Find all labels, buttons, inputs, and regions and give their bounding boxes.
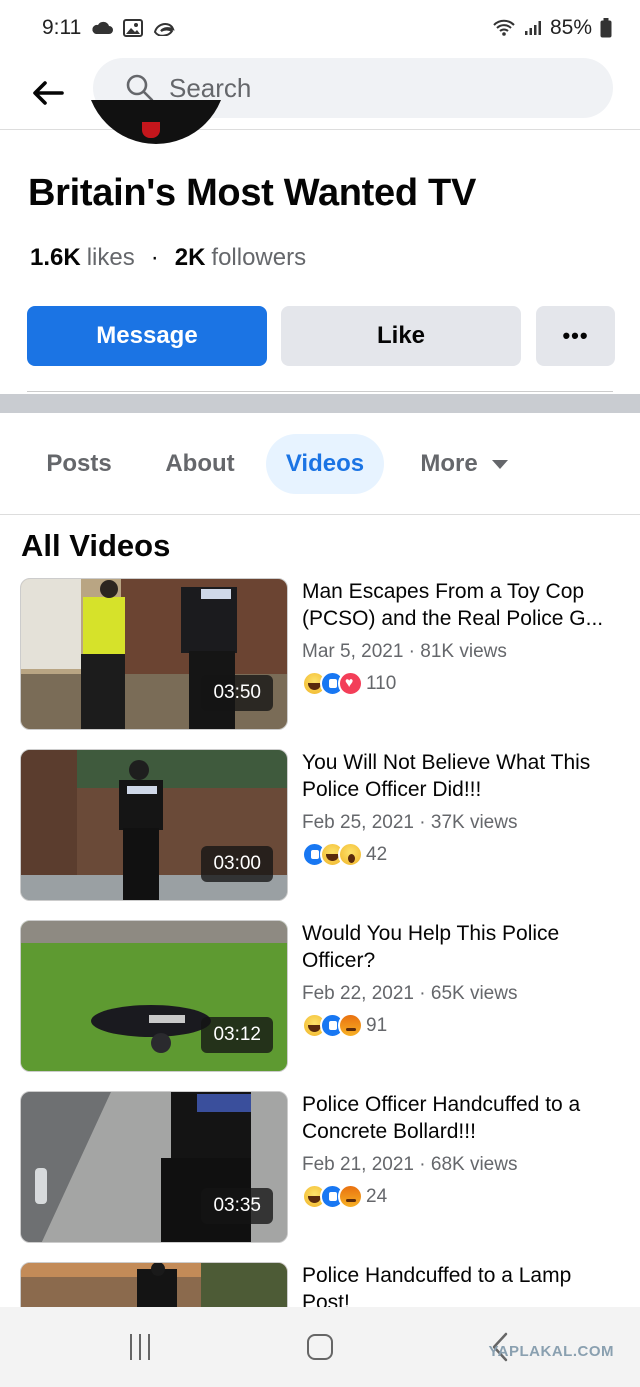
video-duration: 03:12	[201, 1017, 273, 1053]
video-info: Police Handcuffed to a Lamp Post!	[302, 1262, 620, 1307]
video-views: 81K views	[420, 641, 507, 662]
separator-dot: ·	[150, 244, 159, 271]
section-divider	[0, 394, 640, 413]
video-info: Man Escapes From a Toy Cop (PCSO) and th…	[302, 578, 620, 696]
video-title[interactable]: Man Escapes From a Toy Cop (PCSO) and th…	[302, 578, 620, 632]
gallery-icon	[123, 19, 144, 37]
cloud-icon	[91, 21, 114, 35]
video-item[interactable]: 03:12 Would You Help This Police Officer…	[20, 920, 620, 1072]
reaction-icons	[302, 1184, 363, 1209]
signal-icon	[524, 20, 542, 36]
video-date: Feb 22, 2021	[302, 983, 414, 1004]
tab-about[interactable]: About	[150, 434, 250, 494]
section-title: All Videos	[21, 528, 171, 563]
video-meta: Feb 25, 2021 · 37K views	[302, 812, 518, 833]
reaction-icons	[302, 842, 363, 867]
battery-icon	[600, 18, 612, 38]
recent-apps-button[interactable]	[120, 1327, 160, 1367]
status-right: 85%	[492, 16, 612, 40]
tab-more[interactable]: More	[402, 434, 526, 494]
video-item[interactable]: 03:00 You Will Not Believe What This Pol…	[20, 749, 620, 901]
video-title[interactable]: Police Handcuffed to a Lamp Post!	[302, 1262, 620, 1307]
page-tabs: Posts About Videos More	[0, 434, 640, 494]
video-meta: Feb 21, 2021 · 68K views	[302, 1154, 518, 1175]
video-reactions[interactable]: 24	[302, 1184, 620, 1209]
wifi-icon	[492, 19, 516, 37]
message-button[interactable]: Message	[27, 306, 267, 366]
video-thumbnail[interactable]	[20, 1262, 288, 1307]
reaction-count: 91	[366, 1014, 388, 1036]
video-duration: 03:35	[201, 1188, 273, 1224]
divider-line	[27, 391, 613, 392]
arrow-left-icon	[33, 80, 64, 105]
video-title[interactable]: Police Officer Handcuffed to a Concrete …	[302, 1091, 620, 1145]
video-reactions[interactable]: 42	[302, 842, 620, 867]
followers-count: 2K	[174, 244, 206, 271]
watermark: YAPLAKAL.COM	[488, 1343, 614, 1360]
video-item[interactable]: Police Handcuffed to a Lamp Post!	[20, 1262, 620, 1307]
video-date: Feb 21, 2021	[302, 1154, 414, 1175]
status-left: 9:11	[42, 16, 176, 40]
video-reactions[interactable]: 110	[302, 671, 620, 696]
battery-percent: 85%	[549, 16, 592, 39]
reaction-icons	[302, 671, 363, 696]
followers-label: followers	[211, 244, 307, 271]
tabs-divider	[0, 514, 640, 515]
video-info: Would You Help This Police Officer? Feb …	[302, 920, 620, 1038]
more-options-button[interactable]: •••	[536, 306, 615, 366]
video-meta: Mar 5, 2021 · 81K views	[302, 641, 507, 662]
video-thumbnail[interactable]: 03:50	[20, 578, 288, 730]
wow-reaction-icon	[338, 842, 363, 867]
video-duration: 03:00	[201, 846, 273, 882]
video-thumbnail[interactable]: 03:00	[20, 749, 288, 901]
video-title[interactable]: You Will Not Believe What This Police Of…	[302, 749, 620, 803]
video-reactions[interactable]: 91	[302, 1013, 620, 1038]
tab-videos[interactable]: Videos	[266, 434, 384, 494]
action-buttons: Message Like •••	[27, 306, 615, 366]
home-button[interactable]	[300, 1327, 340, 1367]
video-views: 65K views	[430, 983, 518, 1004]
profile-picture[interactable]	[86, 100, 226, 144]
like-button[interactable]: Like	[281, 306, 521, 366]
love-reaction-icon	[338, 671, 363, 696]
angry-reaction-icon	[338, 1013, 363, 1038]
video-date: Mar 5, 2021	[302, 641, 404, 662]
tab-posts[interactable]: Posts	[28, 434, 130, 494]
tab-more-label: More	[420, 450, 478, 477]
video-thumbnail[interactable]: 03:12	[20, 920, 288, 1072]
likes-count: 1.6K	[30, 244, 81, 271]
caret-down-icon	[491, 459, 508, 469]
video-views: 68K views	[430, 1154, 518, 1175]
video-duration: 03:50	[201, 675, 273, 711]
video-info: You Will Not Believe What This Police Of…	[302, 749, 620, 867]
likes-label: likes	[86, 244, 135, 271]
video-info: Police Officer Handcuffed to a Concrete …	[302, 1091, 620, 1209]
video-item[interactable]: 03:35 Police Officer Handcuffed to a Con…	[20, 1091, 620, 1243]
page-title: Britain's Most Wanted TV	[28, 172, 477, 214]
angry-reaction-icon	[338, 1184, 363, 1209]
page-stats: 1.6K likes · 2K followers	[30, 244, 306, 272]
video-date: Feb 25, 2021	[302, 812, 414, 833]
reaction-icons	[302, 1013, 363, 1038]
video-meta: Feb 22, 2021 · 65K views	[302, 983, 518, 1004]
back-button[interactable]	[18, 63, 78, 123]
search-icon	[126, 74, 154, 102]
video-thumbnail[interactable]: 03:35	[20, 1091, 288, 1243]
reaction-count: 24	[366, 1185, 388, 1207]
reaction-count: 110	[366, 672, 397, 694]
edge-icon	[153, 20, 176, 36]
status-bar: 9:11 85%	[0, 0, 640, 56]
video-title[interactable]: Would You Help This Police Officer?	[302, 920, 620, 974]
status-time: 9:11	[42, 16, 82, 39]
search-input[interactable]	[169, 72, 569, 104]
video-item[interactable]: 03:50 Man Escapes From a Toy Cop (PCSO) …	[20, 578, 620, 730]
video-views: 37K views	[430, 812, 518, 833]
reaction-count: 42	[366, 843, 388, 865]
